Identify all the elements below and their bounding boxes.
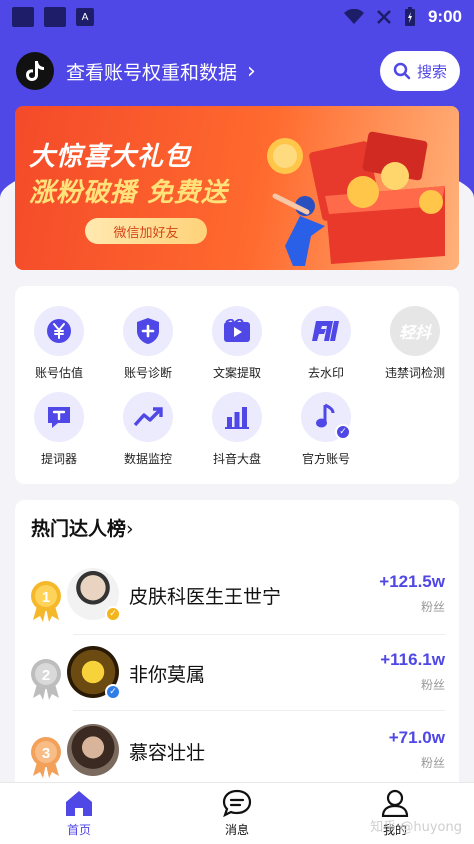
- tool-icon-wrap: [212, 392, 262, 442]
- svg-text:3: 3: [42, 745, 50, 762]
- tool-remove-watermark[interactable]: 去水印: [282, 306, 370, 381]
- tool-icon-wrap: [34, 306, 84, 356]
- tool-forbidden-word-check[interactable]: 轻抖 违禁词检测: [371, 306, 459, 381]
- follower-gain: +116.1w: [380, 650, 445, 669]
- tiktok-logo: [16, 52, 54, 90]
- nav-label: 首页: [66, 823, 91, 837]
- svg-text:1: 1: [42, 589, 50, 606]
- tool-label: 文案提取: [212, 366, 261, 380]
- profile-icon: [381, 789, 409, 817]
- tool-label: 提词器: [40, 452, 77, 466]
- message-icon: [222, 789, 252, 817]
- watermark: 知乎 @huyong: [370, 820, 462, 835]
- tool-label: 账号诊断: [123, 366, 172, 380]
- hot-creators-panel: 热门达人榜› 1 ✓ 皮肤科医生王世宁 +121.5w 粉丝 2 ✓ 非你莫属 …: [15, 500, 459, 790]
- gift-box-illustration: [267, 131, 445, 266]
- notification-icon: [44, 7, 66, 27]
- status-bar: A 9:00: [0, 0, 474, 34]
- hot-creators-title-text: 热门达人榜: [31, 518, 127, 540]
- no-signal-icon: [377, 10, 391, 24]
- follower-unit: 粉丝: [420, 600, 445, 614]
- hot-creators-title[interactable]: 热门达人榜›: [31, 514, 134, 541]
- avatar: [67, 724, 119, 776]
- search-button[interactable]: 搜索: [380, 51, 460, 91]
- watermark-icon: [312, 321, 339, 341]
- tool-icon-wrap: ✓: [301, 392, 351, 442]
- chevron-right-icon: ›: [126, 518, 134, 540]
- tool-account-diagnosis[interactable]: 账号诊断: [104, 306, 192, 381]
- tiktok-note-icon: [26, 61, 44, 81]
- verified-badge-icon: ✓: [105, 684, 121, 700]
- tool-icon-wrap: [123, 306, 173, 356]
- app-header: 查看账号权重和数据 › 搜索: [16, 50, 460, 92]
- nav-home[interactable]: 首页: [0, 783, 158, 844]
- promo-banner[interactable]: 大惊喜大礼包 涨粉破播 免费送 微信加好友: [15, 106, 459, 270]
- follower-unit: 粉丝: [420, 756, 445, 770]
- ranking-row[interactable]: 1 ✓ 皮肤科医生王世宁 +121.5w 粉丝: [15, 566, 459, 636]
- verified-badge-icon: ✓: [335, 424, 351, 440]
- chevron-right-icon[interactable]: ›: [247, 59, 256, 84]
- banner-headline: 大惊喜大礼包: [29, 142, 192, 172]
- shield-plus-icon: [137, 318, 159, 344]
- tool-icon-wrap: [212, 306, 262, 356]
- tool-account-valuation[interactable]: 账号估值: [15, 306, 103, 381]
- yen-icon: [47, 319, 71, 343]
- tool-label: 去水印: [307, 366, 344, 380]
- app-notification-icon: A: [76, 8, 94, 26]
- nav-messages[interactable]: 消息: [158, 783, 316, 844]
- svg-text:2: 2: [42, 667, 50, 684]
- tool-label: 抖音大盘: [212, 452, 261, 466]
- tool-icon-wrap: 轻抖: [390, 306, 440, 356]
- tool-data-monitor[interactable]: 数据监控: [104, 392, 192, 467]
- tools-panel: 账号估值 账号诊断 文案提取 去水印 轻抖 违禁词检测 提词器 数据监控 抖音大…: [15, 286, 459, 484]
- bronze-medal-icon: 3: [31, 737, 61, 778]
- tool-label: 数据监控: [123, 452, 172, 466]
- tool-icon-wrap: [123, 392, 173, 442]
- wechat-add-friend-button[interactable]: 微信加好友: [85, 218, 207, 244]
- tool-icon-wrap: [34, 392, 84, 442]
- trend-icon: [133, 407, 163, 427]
- follower-unit: 粉丝: [420, 678, 445, 692]
- wifi-icon: [343, 9, 364, 24]
- teleprompter-icon: [48, 407, 70, 428]
- creator-name: 非你莫属: [129, 664, 206, 686]
- banner-subheadline: 涨粉破播 免费送: [29, 178, 229, 208]
- nav-label: 消息: [224, 823, 249, 837]
- search-icon: [393, 62, 411, 80]
- gold-medal-icon: 1: [31, 581, 61, 622]
- clock: 9:00: [427, 7, 462, 26]
- tool-icon-wrap: [301, 306, 351, 356]
- account-weight-link[interactable]: 查看账号权重和数据: [66, 58, 237, 85]
- silver-medal-icon: 2: [31, 659, 61, 700]
- creator-name: 慕容壮壮: [129, 742, 206, 764]
- divider: [73, 710, 445, 711]
- follower-gain: +71.0w: [388, 728, 445, 747]
- video-play-icon: [224, 319, 250, 342]
- home-icon: [66, 791, 92, 816]
- tool-label: 违禁词检测: [384, 366, 445, 380]
- bar-chart-icon: [225, 407, 249, 429]
- tool-label: 账号估值: [34, 366, 83, 380]
- battery-icon: [404, 7, 415, 26]
- notification-icon: [12, 7, 34, 27]
- creator-name: 皮肤科医生王世宁: [129, 586, 282, 608]
- verified-badge-icon: ✓: [105, 606, 121, 622]
- follower-gain: +121.5w: [379, 572, 445, 591]
- forbidden-word-icon: 轻抖: [398, 323, 431, 342]
- divider: [73, 634, 445, 635]
- tool-label: 官方账号: [301, 452, 350, 466]
- tool-douyin-market[interactable]: 抖音大盘: [193, 392, 281, 467]
- music-note-icon: [316, 403, 335, 428]
- tool-copy-extract[interactable]: 文案提取: [193, 306, 281, 381]
- ranking-row[interactable]: 2 ✓ 非你莫属 +116.1w 粉丝: [15, 644, 459, 714]
- tool-teleprompter[interactable]: 提词器: [15, 392, 103, 467]
- search-label: 搜索: [416, 62, 447, 81]
- tool-official-account[interactable]: ✓ 官方账号: [282, 392, 370, 467]
